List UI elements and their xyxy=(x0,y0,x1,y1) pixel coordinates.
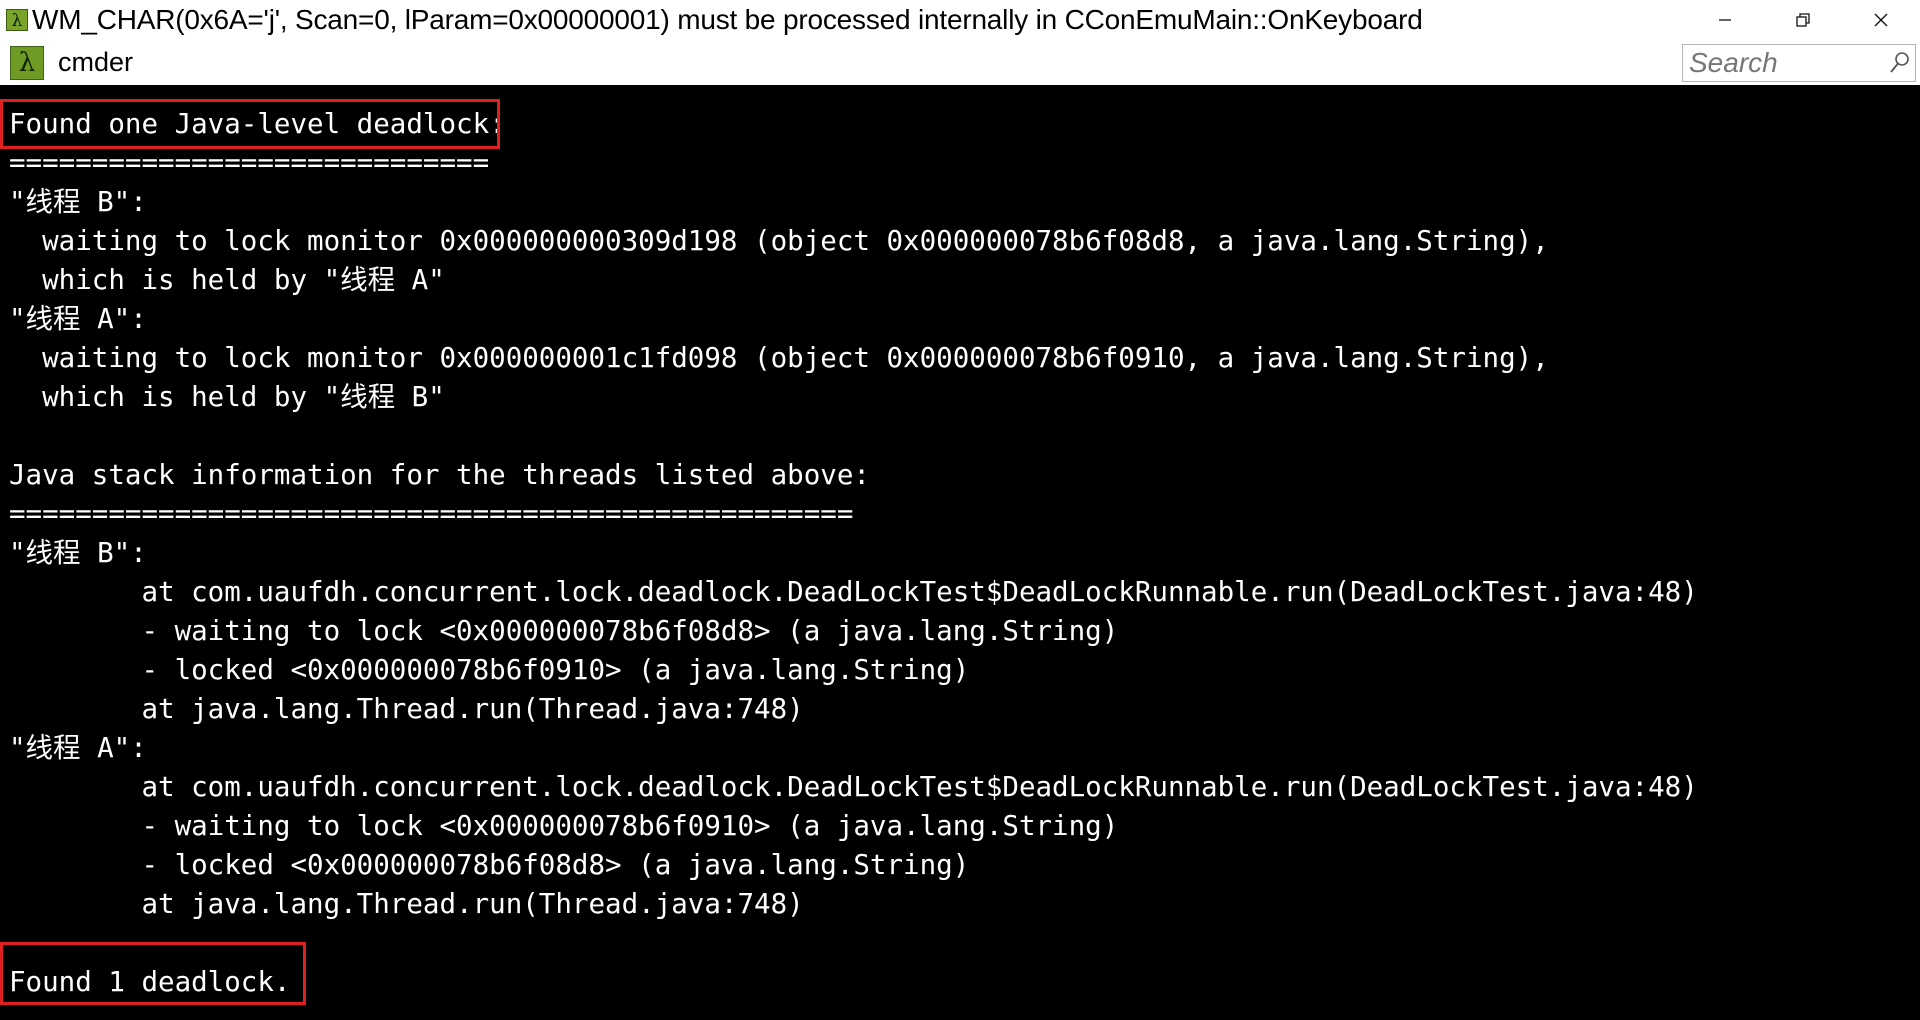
console-line: at com.uaufdh.concurrent.lock.deadlock.D… xyxy=(9,771,1698,803)
console-output[interactable]: Found one Java-level deadlock: =========… xyxy=(0,85,1920,1020)
console-line: "线程 B": xyxy=(9,537,147,569)
console-line: - waiting to lock <0x000000078b6f08d8> (… xyxy=(9,615,1119,647)
highlight-box-deadlock-header xyxy=(0,99,500,149)
highlight-box-deadlock-count xyxy=(0,942,306,1005)
window-controls xyxy=(1686,0,1920,40)
close-icon xyxy=(1874,13,1888,27)
console-line: "线程 B": xyxy=(9,186,147,218)
console-line: ========================================… xyxy=(9,498,854,530)
console-line: Java stack information for the threads l… xyxy=(9,459,870,491)
console-line: - locked <0x000000078b6f0910> (a java.la… xyxy=(9,654,970,686)
search-box[interactable] xyxy=(1682,44,1916,82)
console-line: waiting to lock monitor 0x000000001c1fd0… xyxy=(9,342,1549,374)
console-line: which is held by "线程 B" xyxy=(9,381,445,413)
restore-icon xyxy=(1796,13,1810,27)
tab-cmder[interactable]: λ cmder xyxy=(0,40,133,85)
console-line: at java.lang.Thread.run(Thread.java:748) xyxy=(9,888,804,920)
cmder-window: λ WM_CHAR(0x6A='j', Scan=0, lParam=0x000… xyxy=(0,0,1920,1020)
restore-button[interactable] xyxy=(1764,0,1842,40)
console-line: - waiting to lock <0x000000078b6f0910> (… xyxy=(9,810,1119,842)
console-line: at java.lang.Thread.run(Thread.java:748) xyxy=(9,693,804,725)
lambda-icon: λ xyxy=(10,45,44,80)
search-input[interactable] xyxy=(1683,47,1885,79)
tab-label: cmder xyxy=(58,47,134,77)
console-line: - locked <0x000000078b6f08d8> (a java.la… xyxy=(9,849,970,881)
console-line: waiting to lock monitor 0x000000000309d1… xyxy=(9,225,1549,257)
tab-bar: λ cmder xyxy=(0,40,1920,85)
console-line: "线程 A": xyxy=(9,303,147,335)
window-title: WM_CHAR(0x6A='j', Scan=0, lParam=0x00000… xyxy=(32,4,1423,35)
close-button[interactable] xyxy=(1842,0,1920,40)
console-line: at com.uaufdh.concurrent.lock.deadlock.D… xyxy=(9,576,1698,608)
search-icon[interactable] xyxy=(1885,46,1915,80)
minimize-button[interactable] xyxy=(1686,0,1764,40)
minimize-icon xyxy=(1719,19,1731,21)
console-line: which is held by "线程 A" xyxy=(9,264,445,296)
title-bar[interactable]: λ WM_CHAR(0x6A='j', Scan=0, lParam=0x000… xyxy=(0,0,1920,40)
console-line: "线程 A": xyxy=(9,732,147,764)
lambda-icon: λ xyxy=(6,9,28,31)
console-line: ============================= xyxy=(9,147,490,179)
